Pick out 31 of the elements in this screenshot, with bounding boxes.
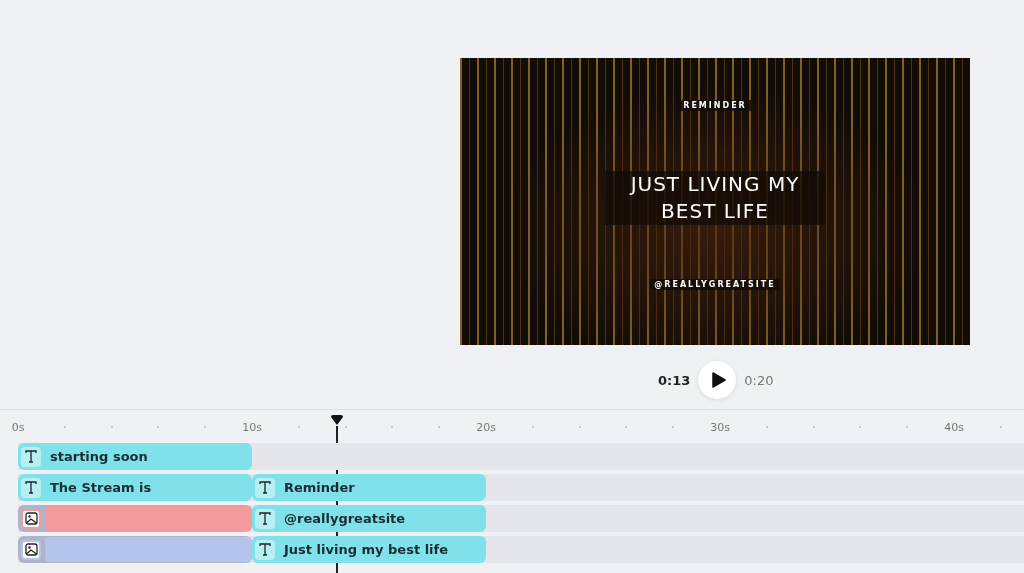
text-icon: [21, 477, 41, 498]
image-icon: [21, 539, 41, 560]
play-icon: [711, 372, 726, 388]
text-icon: [255, 477, 275, 498]
preview-handle: @REALLYGREATSITE: [650, 279, 780, 290]
text-clip[interactable]: Just living my best life: [252, 536, 486, 563]
ruler-label: 20s: [476, 420, 496, 433]
ruler-label: 40s: [944, 420, 964, 433]
text-clip[interactable]: starting soon: [18, 443, 252, 470]
clip-label: Reminder: [284, 480, 355, 495]
text-icon: [21, 446, 41, 467]
current-time: 0:13: [658, 372, 691, 388]
ruler-label: 30s: [710, 420, 730, 433]
clip-label: @reallygreatsite: [284, 511, 406, 526]
ruler-label: 0s: [11, 420, 25, 433]
total-time: 0:20: [744, 372, 774, 388]
clip-label: The Stream is: [50, 480, 152, 495]
image-clip[interactable]: [18, 505, 252, 532]
text-clip[interactable]: @reallygreatsite: [252, 505, 486, 532]
preview-label: REMINDER: [679, 100, 751, 111]
ruler-label: 10s: [242, 420, 262, 433]
image-icon: [21, 508, 41, 529]
image-clip[interactable]: [18, 536, 252, 563]
text-clip[interactable]: Reminder: [252, 474, 486, 501]
play-button[interactable]: [698, 361, 737, 399]
preview-headline: JUST LIVING MY BEST LIFE: [605, 171, 825, 225]
clip-label: starting soon: [50, 449, 148, 464]
text-clip[interactable]: The Stream is: [18, 474, 252, 501]
text-icon: [255, 539, 275, 560]
clip-label: Just living my best life: [284, 542, 449, 557]
text-icon: [255, 508, 275, 529]
